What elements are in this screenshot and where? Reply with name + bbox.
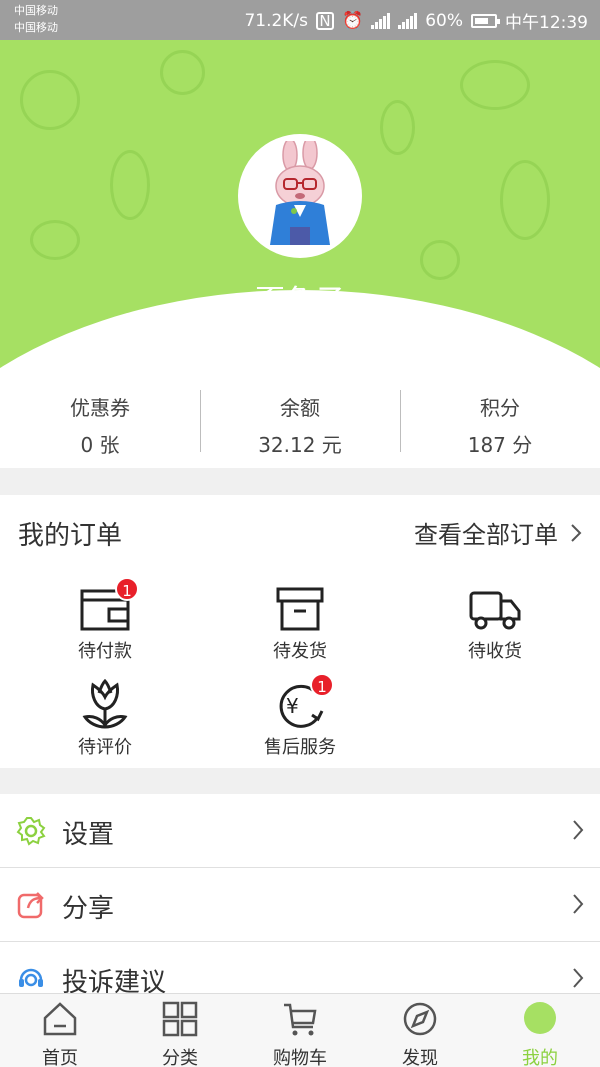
nav-profile[interactable]: 我的 — [480, 994, 600, 1067]
stat-value: 0 张 — [80, 433, 120, 457]
clock: 中午12:39 — [505, 13, 588, 33]
order-pending-payment[interactable]: 1 待付款 — [5, 577, 205, 663]
my-orders-section: 我的订单 查看全部订单 1 待付款 待发货 待收货 待评价 ¥ 1 售后服务 — [0, 495, 600, 768]
stat-label: 积分 — [480, 396, 520, 420]
rabbit-avatar-icon — [270, 141, 330, 245]
truck-icon — [467, 583, 523, 635]
order-item-label: 售后服务 — [264, 737, 336, 758]
order-badge: 1 — [115, 577, 139, 601]
share-icon — [17, 892, 44, 919]
decor-shape — [500, 160, 550, 240]
order-pending-review[interactable]: 待评价 — [5, 678, 205, 759]
box-icon-svg — [276, 587, 324, 631]
decor-shape — [420, 240, 460, 280]
nav-label: 首页 — [42, 1048, 78, 1067]
signal-icon — [371, 12, 391, 29]
status-indicators: 71.2K/s N ⏰ 60% 中午12:39 — [244, 8, 588, 34]
order-item-label: 待付款 — [78, 641, 132, 662]
status-bar: 中国移动 中国移动 71.2K/s N ⏰ 60% 中午12:39 — [0, 0, 600, 40]
battery-percent: 60% — [425, 10, 463, 31]
carrier-label-1: 中国移动 — [14, 4, 58, 17]
order-pending-receipt[interactable]: 待收货 — [395, 583, 595, 663]
stat-points[interactable]: 积分 187 分 — [400, 370, 600, 468]
decor-shape — [30, 220, 80, 260]
order-item-label: 待评价 — [78, 737, 132, 758]
nav-category[interactable]: 分类 — [120, 994, 240, 1067]
stat-label: 优惠券 — [70, 396, 130, 420]
settings-menu: 设置 分享 投诉建议 — [0, 794, 600, 1016]
view-all-label: 查看全部订单 — [414, 521, 558, 549]
profile-icon — [524, 1002, 556, 1034]
battery-icon — [471, 13, 500, 28]
profile-page: 中国移动 中国移动 71.2K/s N ⏰ 60% 中午12:39 孬兔子 优惠… — [0, 0, 600, 1067]
nav-home[interactable]: 首页 — [0, 994, 120, 1067]
decor-shape — [110, 150, 150, 220]
stat-balance[interactable]: 余额 32.12 元 — [200, 370, 400, 468]
decor-shape — [380, 100, 415, 155]
menu-item-settings[interactable]: 设置 — [0, 794, 600, 868]
nav-label: 我的 — [522, 1048, 558, 1067]
view-all-orders-link[interactable]: 查看全部订单 — [414, 515, 582, 550]
network-speed: 71.2K/s — [244, 10, 309, 31]
home-icon — [43, 1002, 77, 1036]
menu-item-share[interactable]: 分享 — [0, 868, 600, 942]
svg-text:¥: ¥ — [286, 694, 299, 718]
flower-icon-svg — [82, 678, 128, 729]
gear-icon — [16, 817, 46, 846]
nav-label: 购物车 — [273, 1048, 327, 1067]
order-item-label: 待发货 — [273, 641, 327, 662]
avatar[interactable] — [238, 134, 362, 258]
signal-icon-2 — [398, 12, 418, 29]
menu-label: 分享 — [62, 894, 115, 924]
orders-title: 我的订单 — [18, 521, 123, 551]
headset-icon — [19, 968, 43, 987]
compass-icon — [403, 1002, 437, 1036]
chevron-right-icon — [573, 820, 584, 840]
decor-shape — [20, 70, 80, 130]
box-icon — [272, 583, 328, 635]
grid-icon — [162, 1001, 198, 1037]
chevron-right-icon — [573, 894, 584, 914]
chevron-right-icon — [573, 968, 584, 988]
username: 孬兔子 — [255, 284, 345, 319]
refund-icon: ¥ 1 — [272, 673, 334, 731]
stat-value: 187 分 — [467, 433, 533, 457]
stat-value: 32.12 元 — [258, 433, 342, 457]
menu-label: 设置 — [62, 820, 115, 850]
truck-icon-svg — [469, 591, 521, 630]
profile-header: 孬兔子 — [0, 40, 600, 370]
decor-shape — [460, 60, 530, 110]
decor-shape — [160, 50, 205, 95]
stat-coupons[interactable]: 优惠券 0 张 — [0, 370, 200, 468]
nav-cart[interactable]: 购物车 — [240, 994, 360, 1067]
order-item-label: 待收货 — [468, 641, 522, 662]
cart-icon — [284, 1003, 317, 1036]
nav-label: 发现 — [402, 1048, 438, 1067]
bottom-navigation: 首页 分类 购物车 发现 我的 — [0, 993, 600, 1067]
nfc-icon: N — [316, 11, 335, 30]
flower-icon — [77, 678, 133, 731]
order-after-sales[interactable]: ¥ 1 售后服务 — [200, 673, 400, 759]
wallet-icon: 1 — [77, 577, 139, 635]
carrier-label-2: 中国移动 — [14, 21, 58, 34]
order-badge: 1 — [310, 673, 334, 697]
chevron-right-icon — [571, 523, 582, 542]
nav-label: 分类 — [162, 1048, 198, 1067]
stat-label: 余额 — [280, 396, 320, 420]
order-pending-shipment[interactable]: 待发货 — [200, 583, 400, 663]
nav-discover[interactable]: 发现 — [360, 994, 480, 1067]
orders-header: 我的订单 查看全部订单 — [0, 495, 600, 571]
alarm-icon: ⏰ — [342, 10, 364, 31]
account-stats: 优惠券 0 张 余额 32.12 元 积分 187 分 — [0, 370, 600, 468]
